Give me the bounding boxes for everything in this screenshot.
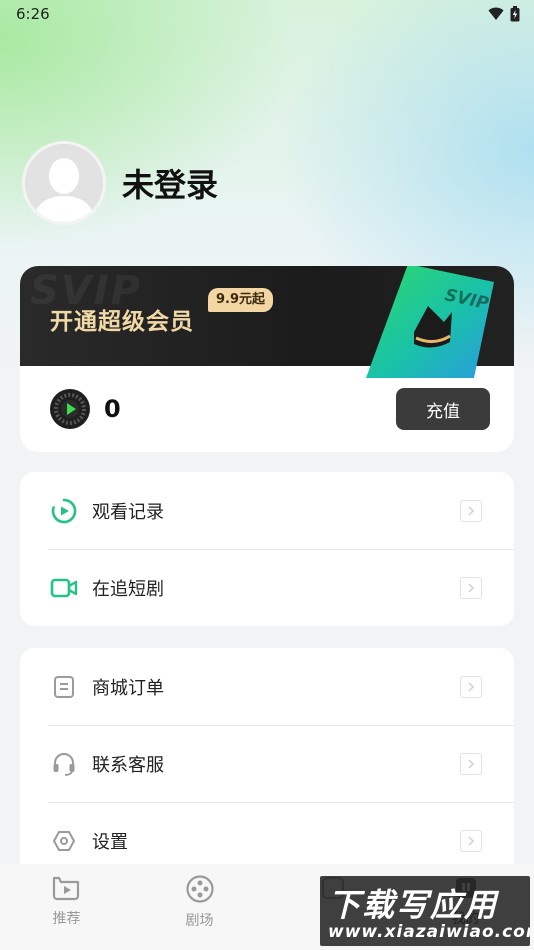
status-bar: 6:26 [0,0,534,28]
profile-header[interactable]: 未登录 [22,141,218,225]
settings-icon [50,827,78,855]
vip-banner[interactable]: SVIP 开通超级会员 9.9元起 SVIP [20,266,514,378]
chevron-right-icon [460,752,482,775]
battery-icon [510,6,520,22]
menu-item-settings[interactable]: 设置 [20,802,514,864]
wifi-icon [488,7,504,20]
site-watermark-logo: 下载写应用 www.xiazaiwiao.com [320,876,530,946]
tab-theater[interactable]: 剧场 [133,864,266,950]
avatar[interactable] [22,141,106,225]
history-icon [50,497,78,525]
tab-label: 推荐 [52,911,81,927]
recharge-button[interactable]: 充值 [396,388,490,430]
film-reel-icon [185,875,214,903]
order-icon [50,673,78,701]
status-time: 6:26 [16,5,50,23]
play-coin-icon [51,390,89,428]
tab-recommend[interactable]: 推荐 [0,864,133,950]
menu-label: 观看记录 [92,501,164,523]
coin-count: 0 [104,395,121,423]
tab-label: 剧场 [185,913,214,929]
menu-label: 商城订单 [92,677,164,699]
menu-label: 联系客服 [92,754,164,776]
secondary-menu-card: 商城订单 联系客服 设置 [20,648,514,864]
menu-item-shop-orders[interactable]: 商城订单 [20,648,514,725]
svip-card-graphic: SVIP [366,266,494,378]
vip-title: 开通超级会员 [50,309,194,335]
primary-menu-card: 观看记录 在追短剧 [20,472,514,626]
headset-icon [50,750,78,778]
chevron-right-icon [460,576,482,599]
default-avatar-icon [25,144,103,222]
vip-card: SVIP 开通超级会员 9.9元起 SVIP 0 充值 [20,266,514,452]
chevron-right-icon [460,675,482,698]
wallet-row: 0 充值 [20,366,514,452]
video-camera-icon [50,574,78,602]
menu-item-customer-service[interactable]: 联系客服 [20,725,514,802]
chevron-right-icon [460,829,482,852]
chevron-right-icon [460,499,482,522]
login-status-text[interactable]: 未登录 [122,160,218,206]
watermark-title: 下载写应用 [328,886,499,924]
watermark-url: www.xiazaiwiao.com [328,922,530,942]
recommend-icon [52,876,79,901]
menu-label: 设置 [92,831,128,853]
menu-item-following-dramas[interactable]: 在追短剧 [20,549,514,626]
menu-label: 在追短剧 [92,578,164,600]
price-tag: 9.9元起 [208,288,274,312]
status-icons [488,6,520,22]
menu-item-watch-history[interactable]: 观看记录 [20,472,514,549]
coin-icon [50,389,90,429]
